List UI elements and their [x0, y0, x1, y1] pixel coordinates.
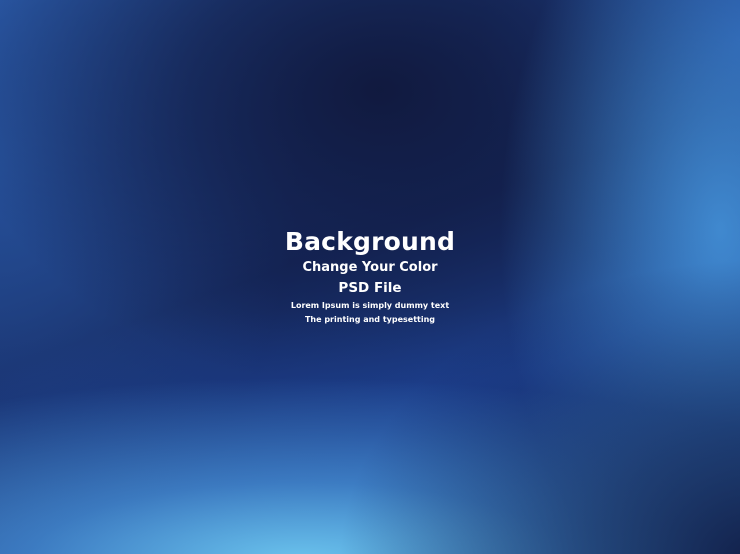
body-text-line-2: The printing and typesetting — [304, 315, 436, 324]
file-type-label: PSD File — [338, 280, 402, 296]
gradient-background: Background Change Your Color PSD File Lo… — [0, 0, 740, 554]
title: Background — [284, 227, 456, 256]
center-text-block: Background Change Your Color PSD File Lo… — [0, 226, 740, 327]
subtitle: Change Your Color — [302, 260, 438, 275]
body-text-line-1: Lorem Ipsum is simply dummy text — [290, 301, 450, 310]
